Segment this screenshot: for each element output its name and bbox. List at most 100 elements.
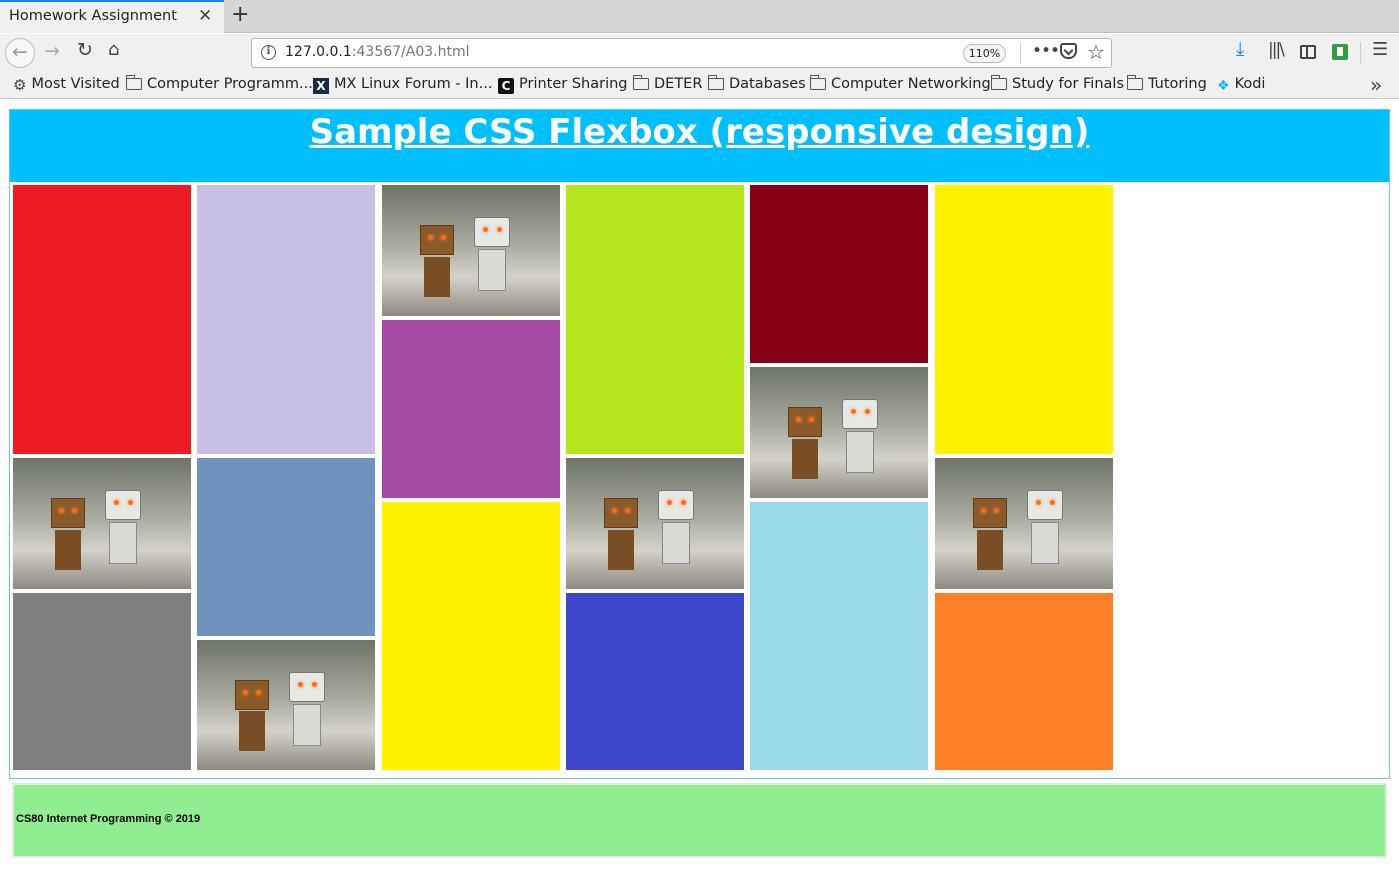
robot-head-white [474, 217, 510, 247]
robot-body-white [846, 431, 874, 473]
bookmark-folder-deter[interactable]: DETER [632, 75, 703, 92]
robot-body-white [293, 703, 321, 746]
color-tile [566, 593, 744, 770]
color-tile [197, 185, 375, 454]
download-icon[interactable]: ⤓ [1236, 38, 1244, 60]
pocket-icon[interactable] [1060, 43, 1077, 59]
robot-body-brown [424, 257, 450, 297]
color-tile [566, 185, 744, 454]
home-icon[interactable]: ⌂ [108, 39, 119, 60]
robot-eye [809, 417, 814, 422]
color-tile [13, 593, 191, 770]
robot-head-brown [235, 679, 269, 710]
new-tab-icon[interactable]: + [231, 2, 249, 27]
bookmark-label: MX Linux Forum - In... [334, 76, 493, 92]
sidebar-icon[interactable] [1300, 45, 1316, 59]
robot-eye [72, 508, 77, 513]
robot-head-brown [51, 498, 85, 528]
footer-text: CS80 Internet Programming © 2019 [16, 813, 201, 825]
bookmark-folder-study-for-finals[interactable]: Study for Finals [990, 75, 1124, 92]
divider [1020, 43, 1021, 64]
robot-head-white [1027, 490, 1063, 520]
tab-strip: Homework Assignment ✕ + [0, 0, 1399, 33]
library-icon[interactable]: |||\ [1268, 40, 1285, 60]
bookmark-label: Most Visited [31, 76, 120, 92]
flex-container: Sample CSS Flexbox (responsive design) [9, 109, 1390, 779]
folder-icon [809, 75, 826, 90]
robot-eye [298, 681, 303, 687]
bookmark-folder-tutoring[interactable]: Tutoring [1126, 75, 1207, 92]
robot-eye [981, 508, 986, 513]
color-tile [750, 185, 928, 363]
folder-icon [632, 75, 649, 90]
robot-photo-tile [197, 640, 375, 770]
folder-icon [990, 75, 1007, 90]
extension-icon[interactable] [1332, 44, 1348, 60]
page-footer: CS80 Internet Programming © 2019 [12, 783, 1387, 858]
robot-head-white [289, 671, 325, 702]
robot-eye [625, 508, 630, 513]
bookmark-folder-computer-networking[interactable]: Computer Networking [809, 75, 991, 92]
bookmarks-toolbar: ⚙ Most Visited Computer Programm... X MX L… [0, 72, 1399, 99]
bookmark-folder-databases[interactable]: Databases [707, 75, 806, 92]
bookmark-printer-sharing[interactable]: C Printer Sharing [498, 76, 628, 94]
info-icon[interactable]: i [261, 45, 276, 60]
chevron-double-right-icon[interactable]: » [1370, 73, 1382, 97]
bookmark-label: Kodi [1234, 76, 1266, 92]
kodi-icon: ❖ [1217, 78, 1230, 94]
url-bar[interactable]: i 127.0.0.1:43567/A03.html 110% ••• ☆ [251, 38, 1112, 68]
robot-body-brown [55, 530, 81, 570]
robot-body-white [662, 522, 690, 564]
robot-body-brown [977, 530, 1003, 570]
robot-photo-tile [382, 185, 560, 316]
robot-head-brown [973, 498, 1007, 528]
robot-eye [128, 500, 133, 505]
robot-eye [59, 508, 64, 513]
bookmark-label: Computer Networking [831, 76, 991, 92]
close-icon[interactable]: ✕ [198, 6, 212, 26]
robot-eye [1050, 500, 1055, 505]
bookmark-star-icon[interactable]: ☆ [1087, 40, 1105, 64]
forward-icon[interactable]: → [44, 40, 60, 62]
robot-body-white [1031, 522, 1059, 564]
reload-icon[interactable]: ↻ [77, 39, 93, 61]
gear-icon: ⚙ [13, 76, 27, 94]
tab-active[interactable]: Homework Assignment ✕ [0, 0, 224, 33]
tab-title: Homework Assignment [9, 8, 177, 24]
robot-head-white [842, 399, 878, 429]
robot-body-brown [792, 439, 818, 479]
robot-head-white [658, 490, 694, 520]
bookmark-folder-computer-programming[interactable]: Computer Programm... [125, 75, 313, 92]
robot-eye [994, 508, 999, 513]
page-header: Sample CSS Flexbox (responsive design) [10, 110, 1389, 182]
url-text[interactable]: 127.0.0.1:43567/A03.html [285, 44, 470, 60]
hamburger-menu-icon[interactable]: ☰ [1372, 39, 1388, 60]
bookmark-label: Tutoring [1148, 76, 1207, 92]
color-tile [197, 458, 375, 636]
color-tile [935, 185, 1113, 454]
navigation-toolbar: ← → ↻ ⌂ i 127.0.0.1:43567/A03.html 110% … [0, 34, 1399, 72]
robot-body-brown [608, 530, 634, 570]
color-tile [750, 502, 928, 770]
bookmark-label: DETER [654, 76, 703, 92]
bookmark-kodi[interactable]: ❖ Kodi [1217, 76, 1265, 94]
page-content: Sample CSS Flexbox (responsive design) C… [0, 100, 1399, 877]
mx-linux-icon: X [313, 78, 329, 94]
url-path: :43567/A03.html [351, 44, 470, 60]
page-actions-icon[interactable]: ••• [1032, 41, 1060, 61]
robot-eye [428, 235, 433, 240]
robot-eye [497, 227, 502, 232]
color-tile [13, 185, 191, 454]
robot-eye [851, 409, 856, 414]
back-icon[interactable]: ← [5, 38, 35, 68]
robot-eye [667, 500, 672, 505]
bookmark-mx-linux-forum[interactable]: X MX Linux Forum - In... [313, 76, 492, 94]
robot-head-brown [604, 498, 638, 528]
zoom-level-badge[interactable]: 110% [963, 44, 1006, 63]
robot-photo-tile [750, 367, 928, 498]
folder-icon [707, 75, 724, 90]
robot-eye [612, 508, 617, 513]
color-tile [382, 320, 560, 498]
bookmark-most-visited[interactable]: ⚙ Most Visited [13, 76, 120, 94]
color-tile [935, 593, 1113, 770]
